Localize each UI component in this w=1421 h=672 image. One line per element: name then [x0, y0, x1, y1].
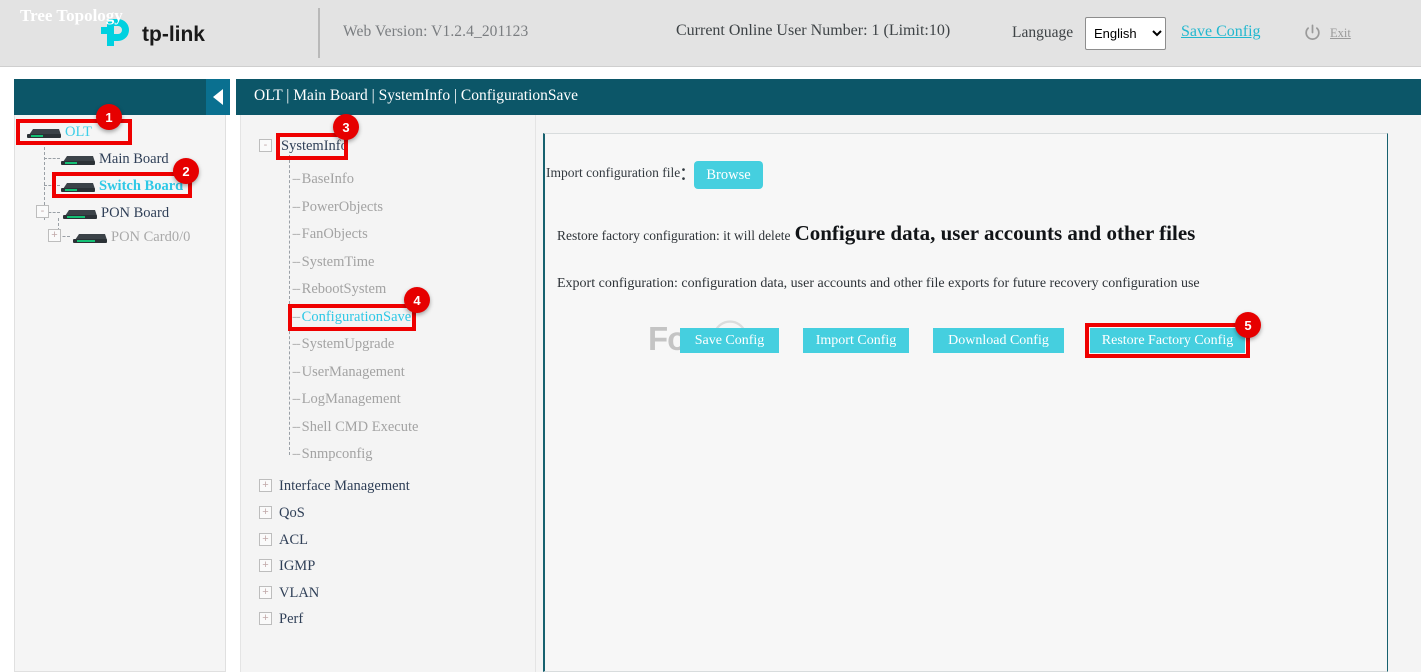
menu-dash: -- [292, 226, 300, 242]
tree-node-pon-board[interactable]: PON Board [62, 205, 169, 222]
menu-item-systeminfo[interactable]: SystemInfo [281, 138, 348, 155]
menu-item-label: BaseInfo [302, 171, 354, 187]
tree-node-label[interactable]: Switch Board [99, 178, 183, 195]
menu-item-usermanagement[interactable]: --UserManagement [292, 364, 405, 381]
menu-dash: -- [292, 281, 300, 297]
tree-line [44, 158, 60, 159]
menu-dash: -- [292, 309, 300, 325]
menu-item-label: Shell CMD Execute [302, 419, 419, 435]
tree-line [44, 185, 60, 186]
export-description: Export configuration: configuration data… [557, 276, 1200, 292]
olt-management-page: tp-link Web Version: V1.2.4_201123 Curre… [0, 0, 1421, 672]
menu-toggle-interface-management[interactable]: + [259, 479, 272, 492]
menu-toggle-qos[interactable]: + [259, 506, 272, 519]
save-config-button[interactable]: Save Config [680, 328, 779, 353]
import-config-label: Import configuration file [546, 165, 680, 181]
tree-node-label[interactable]: OLT [65, 124, 92, 141]
device-icon [60, 180, 96, 194]
menu-item-label: UserManagement [302, 364, 405, 380]
device-icon [72, 231, 108, 245]
tree-node-label[interactable]: Main Board [99, 151, 169, 168]
menu-item-label: PowerObjects [302, 199, 383, 215]
menu-item-label: FanObjects [302, 226, 368, 242]
device-icon [62, 207, 98, 221]
menu-item-label: RebootSystem [302, 281, 387, 297]
menu-item-igmp[interactable]: IGMP [279, 558, 315, 575]
language-label: Language [1012, 24, 1073, 42]
menu-dash: -- [292, 364, 300, 380]
topology-toggle-pon-board[interactable]: - [36, 205, 49, 218]
menu-item-baseinfo[interactable]: --BaseInfo [292, 171, 354, 188]
tree-topology-header [14, 79, 226, 115]
power-icon[interactable] [1303, 23, 1322, 42]
online-user-count: Current Online User Number: 1 (Limit:10) [676, 22, 950, 40]
download-config-button[interactable]: Download Config [933, 328, 1064, 353]
tree-node-label[interactable]: PON Card0/0 [111, 229, 190, 246]
menu-toggle-perf[interactable]: + [259, 612, 272, 625]
exit-link[interactable]: Exit [1330, 26, 1351, 41]
menu-toggle-acl[interactable]: + [259, 533, 272, 546]
topology-collapse-button[interactable] [206, 79, 230, 115]
menu-dash: -- [292, 419, 300, 435]
menu-item-label: SystemUpgrade [302, 336, 395, 352]
menu-toggle-igmp[interactable]: + [259, 559, 272, 572]
menu-item-qos[interactable]: QoS [279, 505, 305, 522]
language-select[interactable]: English [1085, 17, 1166, 50]
menu-item-interface-management[interactable]: Interface Management [279, 478, 410, 495]
menu-item-configurationsave[interactable]: --ConfigurationSave [292, 309, 411, 326]
menu-toggle-vlan[interactable]: + [259, 586, 272, 599]
menu-item-fanobjects[interactable]: --FanObjects [292, 226, 368, 243]
device-icon [26, 126, 62, 140]
menu-dash: -- [292, 336, 300, 352]
svg-text:tp-link: tp-link [142, 23, 205, 46]
menu-item-vlan[interactable]: VLAN [279, 585, 319, 602]
restore-description-emphasis: Configure data, user accounts and other … [795, 221, 1196, 245]
tree-node-label[interactable]: PON Board [101, 205, 169, 222]
menu-item-systemtime[interactable]: --SystemTime [292, 254, 374, 271]
browse-button[interactable]: Browse [694, 161, 763, 189]
import-config-button[interactable]: Import Config [803, 328, 909, 353]
menu-item-rebootsystem[interactable]: --RebootSystem [292, 281, 386, 298]
menu-item-perf[interactable]: Perf [279, 611, 303, 628]
menu-dash: -- [292, 199, 300, 215]
menu-dash: -- [292, 254, 300, 270]
menu-item-acl[interactable]: ACL [279, 532, 308, 549]
configuration-save-card [543, 133, 1388, 672]
menu-toggle-systeminfo[interactable]: - [259, 139, 272, 152]
tree-topology-title: Tree Topology [20, 6, 123, 26]
page-header: tp-link Web Version: V1.2.4_201123 Curre… [0, 0, 1421, 67]
tree-node-switch-board[interactable]: Switch Board [60, 178, 183, 195]
tree-node-main-board[interactable]: Main Board [60, 151, 169, 168]
topology-toggle-pon-card[interactable]: + [48, 229, 61, 242]
menu-tree-line [289, 155, 290, 455]
menu-item-label: ConfigurationSave [302, 309, 412, 325]
menu-dash: -- [292, 446, 300, 462]
menu-item-snmpconfig[interactable]: --Snmpconfig [292, 446, 373, 463]
device-icon [60, 153, 96, 167]
header-divider [318, 8, 320, 58]
header-save-config-link[interactable]: Save Config [1181, 23, 1261, 41]
menu-dash: -- [292, 171, 300, 187]
breadcrumb: OLT | Main Board | SystemInfo | Configur… [254, 87, 578, 105]
chevron-left-icon [213, 89, 223, 105]
web-version-text: Web Version: V1.2.4_201123 [343, 23, 528, 41]
menu-item-label: SystemTime [302, 254, 375, 270]
restore-factory-config-button[interactable]: Restore Factory Config [1090, 328, 1245, 353]
restore-description: Restore factory configuration: it will d… [557, 221, 1195, 246]
menu-item-logmanagement[interactable]: --LogManagement [292, 391, 401, 408]
tree-node-pon-card[interactable]: PON Card0/0 [72, 229, 190, 246]
menu-item-label: LogManagement [302, 391, 401, 407]
breadcrumb-bar: OLT | Main Board | SystemInfo | Configur… [236, 79, 1421, 115]
menu-item-label: Snmpconfig [302, 446, 373, 462]
menu-item-shell-cmd-execute[interactable]: --Shell CMD Execute [292, 419, 418, 436]
menu-item-powerobjects[interactable]: --PowerObjects [292, 199, 383, 216]
menu-dash: -- [292, 391, 300, 407]
restore-description-prefix: Restore factory configuration: it will d… [557, 228, 791, 243]
tree-node-olt[interactable]: OLT [26, 124, 92, 141]
menu-item-systemupgrade[interactable]: --SystemUpgrade [292, 336, 394, 353]
